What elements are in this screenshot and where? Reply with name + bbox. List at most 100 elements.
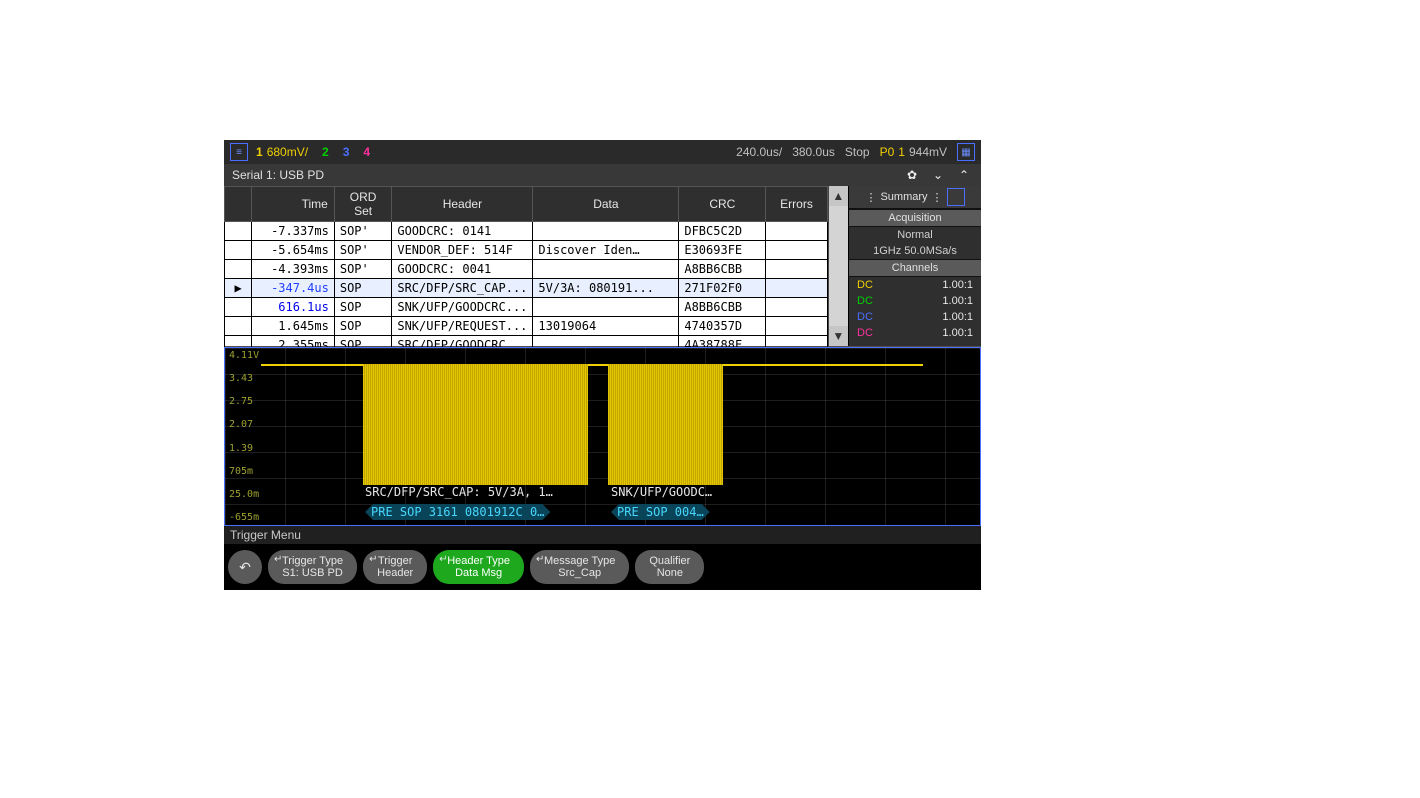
channel-readout[interactable]: 1680mV/ [256,145,308,159]
table-row[interactable]: 1.645msSOPSNK/UFP/REQUEST...130190644740… [225,317,828,336]
cell-time: -4.393ms [252,260,335,279]
y-tick: 4.11V [229,350,259,361]
cell-data [533,260,679,279]
scroll-up-icon[interactable]: ▲ [829,186,848,206]
channel-readout[interactable]: 4 [363,145,370,159]
channel-summary-row[interactable]: DC1.00:1 [849,325,981,341]
trigger-marker-icon [225,298,252,317]
oscilloscope-screen: ≡ 1680mV/234 240.0us/ 380.0us Stop P0 1 … [224,140,981,590]
cell-data [533,298,679,317]
trigger-marker-icon [225,260,252,279]
table-row[interactable]: 616.1usSOPSNK/UFP/GOODCRC...A8BB6CBB [225,298,828,317]
col-header[interactable]: Header [392,187,533,222]
menu-icon[interactable]: ≡ [230,143,248,161]
table-row[interactable]: ▶-347.4usSOPSRC/DFP/SRC_CAP...5V/3A: 080… [225,279,828,298]
y-tick: -655m [229,512,259,523]
channel-readout[interactable]: 3 [343,145,350,159]
trigger-softkey[interactable]: ↵Trigger TypeS1: USB PD [268,550,357,584]
col-errors[interactable]: Errors [766,187,827,222]
channel-readouts: 1680mV/234 [256,145,370,159]
channel-summary-row[interactable]: DC1.00:1 [849,277,981,293]
waveform-trace [588,364,608,366]
channel-number: 3 [343,145,350,159]
summary-grid-icon[interactable] [947,188,965,206]
horizontal-delay[interactable]: 380.0us [792,145,835,159]
waveform-display[interactable]: 4.11V3.432.752.071.39705m25.0m-655m SRC/… [224,347,981,526]
trigger-menu: ↶ ↵Trigger TypeS1: USB PD↵TriggerHeader↵… [224,544,981,590]
cell-time: 1.645ms [252,317,335,336]
table-scrollbar[interactable]: ▲ ▼ [828,186,848,346]
softkey-title: Trigger Type [282,555,343,567]
cell-crc: A8BB6CBB [679,298,766,317]
table-row[interactable]: -4.393msSOP'GOODCRC: 0041A8BB6CBB [225,260,828,279]
channel-coupling: DC [857,295,873,307]
handle-icon[interactable]: ⋮ [932,191,943,204]
y-tick: 2.07 [229,419,259,430]
summary-tab[interactable]: Summary [880,191,927,203]
channel-readout[interactable]: 2 [322,145,329,159]
timebase[interactable]: 240.0us/ [736,145,782,159]
cell-errors [766,279,827,298]
trigger-level[interactable]: 944mV [909,145,947,159]
serial-title: Serial 1: USB PD [232,168,324,182]
gear-icon[interactable]: ✿ [903,166,921,184]
scroll-down-icon[interactable]: ▼ [829,326,848,346]
cell-time: -347.4us [252,279,335,298]
back-button[interactable]: ↶ [228,550,262,584]
waveform-grid [225,348,980,525]
softkey-value: Header [377,567,413,579]
return-icon: ↵ [536,554,544,565]
return-icon: ↵ [439,554,447,565]
softkey-title: Message Type [544,555,615,567]
acquisition-mode: Normal [849,227,981,243]
trigger-softkey[interactable]: QualifierNone [635,550,704,584]
cell-header: SRC/DFP/SRC_CAP... [392,279,533,298]
cell-data [533,222,679,241]
cell-time: -5.654ms [252,241,335,260]
y-tick: 1.39 [229,443,259,454]
trigger-softkey[interactable]: ↵TriggerHeader [363,550,427,584]
handle-icon[interactable]: ⋮ [865,191,876,204]
collapse-up-icon[interactable]: ⌃ [955,166,973,184]
waveform-burst-1 [363,364,588,485]
cell-crc: E30693FE [679,241,766,260]
collapse-down-icon[interactable]: ⌄ [929,166,947,184]
col-data[interactable]: Data [533,187,679,222]
trigger-marker-icon [225,222,252,241]
cell-time: -7.337ms [252,222,335,241]
trigger-softkey[interactable]: ↵Header TypeData Msg [433,550,524,584]
channel-summary-row[interactable]: DC1.00:1 [849,309,981,325]
col-time[interactable]: Time [252,187,335,222]
scroll-track[interactable] [829,206,848,326]
channels-header[interactable]: Channels [849,259,981,277]
summary-panel: ⋮ Summary ⋮ Acquisition Normal 1GHz 50.0… [848,186,981,346]
y-tick: 705m [229,466,259,477]
cell-data: 13019064 [533,317,679,336]
grid-icon[interactable]: ▦ [957,143,975,161]
cell-ord: SOP [334,279,392,298]
channel-summary-row[interactable]: DC1.00:1 [849,293,981,309]
decode-table-wrap: Time ORD Set Header Data CRC Errors -7.3… [224,186,848,346]
return-icon: ↵ [274,554,282,565]
table-row[interactable]: -5.654msSOP'VENDOR_DEF: 514FDiscover Ide… [225,241,828,260]
cell-crc: 271F02F0 [679,279,766,298]
trigger-softkey[interactable]: ↵Message TypeSrc_Cap [530,550,629,584]
run-state[interactable]: Stop [845,145,870,159]
col-crc[interactable]: CRC [679,187,766,222]
trigger-marker-icon [225,317,252,336]
cell-header: GOODCRC: 0141 [392,222,533,241]
y-tick: 2.75 [229,396,259,407]
softkey-value: Src_Cap [558,567,601,579]
col-ord[interactable]: ORD Set [334,187,392,222]
top-status-bar: ≡ 1680mV/234 240.0us/ 380.0us Stop P0 1 … [224,140,981,164]
cell-header: VENDOR_DEF: 514F [392,241,533,260]
acquisition-header[interactable]: Acquisition [849,209,981,227]
waveform-label-2: SNK/UFP/GOODC… [611,485,712,499]
channel-coupling: DC [857,327,873,339]
softkey-value: None [657,567,683,579]
cell-data: 5V/3A: 080191... [533,279,679,298]
table-row[interactable]: -7.337msSOP'GOODCRC: 0141DFBC5C2D [225,222,828,241]
cell-ord: SOP [334,298,392,317]
cell-header: SNK/UFP/REQUEST... [392,317,533,336]
waveform-trace [261,364,363,366]
